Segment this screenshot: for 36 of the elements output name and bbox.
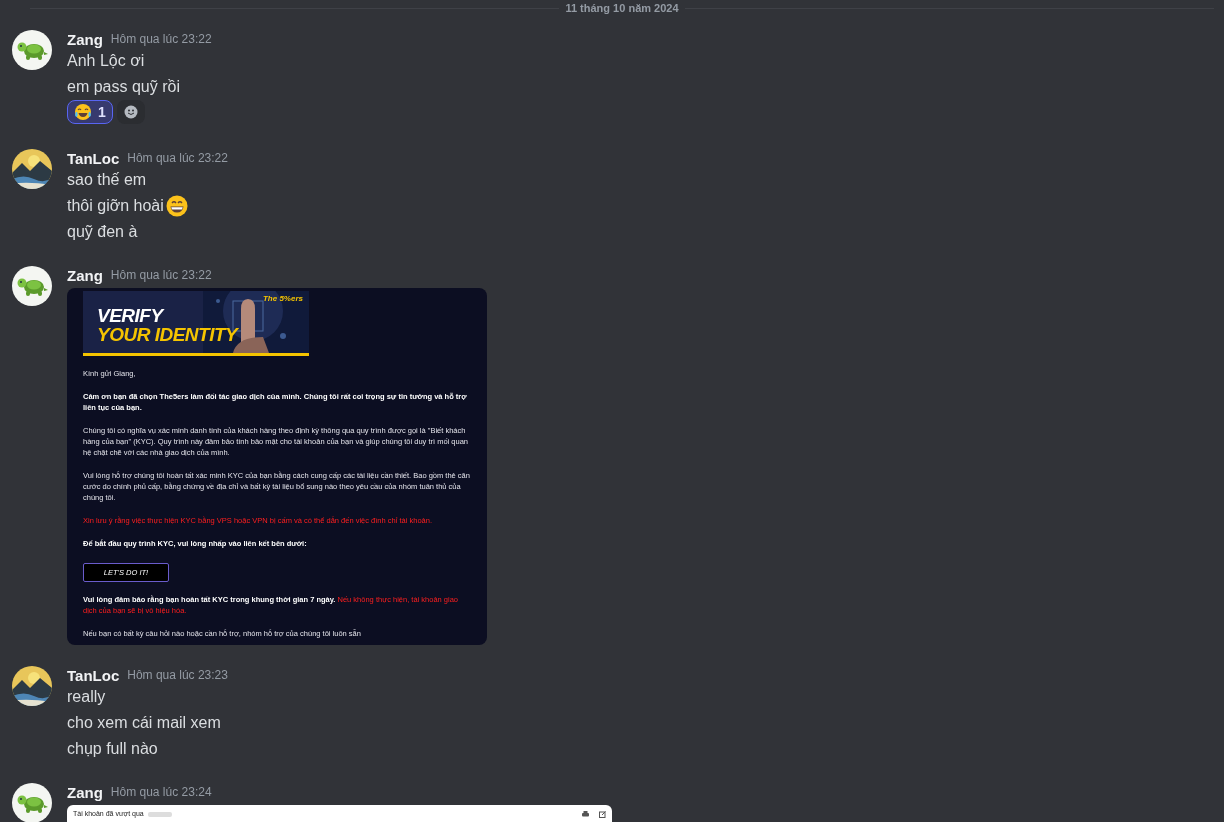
external-window-icon bbox=[599, 811, 606, 818]
timestamp: Hôm qua lúc 23:23 bbox=[127, 668, 228, 682]
author-name[interactable]: TanLoc bbox=[67, 149, 120, 167]
grinning-face-icon bbox=[165, 195, 188, 217]
brand-logo: The 5%ers bbox=[262, 294, 303, 303]
label-tag bbox=[147, 811, 172, 817]
message-text: quỹ đen à bbox=[67, 223, 138, 241]
timestamp: Hôm qua lúc 23:22 bbox=[127, 151, 228, 165]
banner-heading: VERIFY bbox=[97, 306, 163, 325]
author-name[interactable]: Zang bbox=[67, 30, 103, 48]
smiley-icon bbox=[123, 105, 138, 119]
printer-icon bbox=[582, 811, 589, 818]
author-name[interactable]: Zang bbox=[67, 266, 103, 284]
message-text: really bbox=[67, 688, 106, 706]
laughing-tears-face-icon bbox=[74, 103, 92, 121]
message-text: cho xem cái mail xem bbox=[67, 714, 221, 732]
date-divider: 11 tháng 10 năm 2024 bbox=[564, 2, 680, 14]
timestamp: Hôm qua lúc 23:22 bbox=[110, 32, 212, 46]
landscape-avatar bbox=[12, 666, 52, 706]
author-name[interactable]: Zang bbox=[67, 783, 103, 801]
message-text: chụp full nào bbox=[67, 740, 158, 758]
landscape-avatar bbox=[12, 149, 52, 189]
author-name[interactable]: TanLoc bbox=[67, 666, 120, 684]
turtle-avatar bbox=[12, 783, 52, 822]
message-text: sao thế em bbox=[67, 171, 147, 189]
add-reaction-button[interactable] bbox=[116, 100, 145, 124]
timestamp: Hôm qua lúc 23:22 bbox=[110, 268, 212, 282]
timestamp: Hôm qua lúc 23:24 bbox=[110, 785, 212, 799]
email-screenshot[interactable] bbox=[67, 288, 487, 645]
turtle-avatar bbox=[12, 30, 52, 70]
turtle-avatar bbox=[12, 266, 52, 306]
banner-heading: YOUR IDENTITY bbox=[97, 325, 238, 344]
message-text: em pass quỹ rồi bbox=[67, 78, 180, 96]
message-text: thôi giỡn hoài bbox=[67, 197, 164, 215]
reaction-chip[interactable]: 1 bbox=[67, 100, 113, 124]
message-text: Anh Lộc ơi bbox=[67, 52, 145, 70]
